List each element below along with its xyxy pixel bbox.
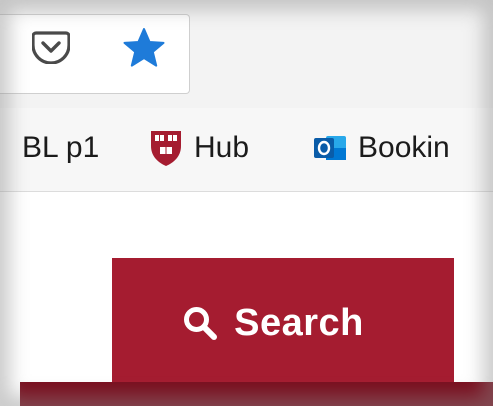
browser-window: BL p1 Hub Bookin Search — [0, 0, 493, 406]
outlook-icon — [314, 136, 346, 160]
bookmark-star-icon[interactable] — [122, 26, 166, 70]
search-icon — [184, 307, 218, 340]
harvard-shield-icon — [151, 131, 181, 166]
bookmark-item-bookings[interactable]: Bookin — [312, 118, 450, 178]
header-bar — [20, 382, 493, 406]
bookmark-item-bl-p1[interactable]: BL p1 — [22, 118, 99, 178]
bookmark-label: Bookin — [358, 131, 450, 164]
bookmark-label: Hub — [194, 131, 250, 164]
bookmark-item-hub[interactable]: Hub — [148, 118, 249, 178]
search-button-label: Search — [234, 301, 364, 344]
search-button[interactable]: Search — [112, 258, 454, 388]
pocket-icon[interactable] — [32, 30, 70, 64]
bookmark-label: BL p1 — [22, 131, 100, 164]
